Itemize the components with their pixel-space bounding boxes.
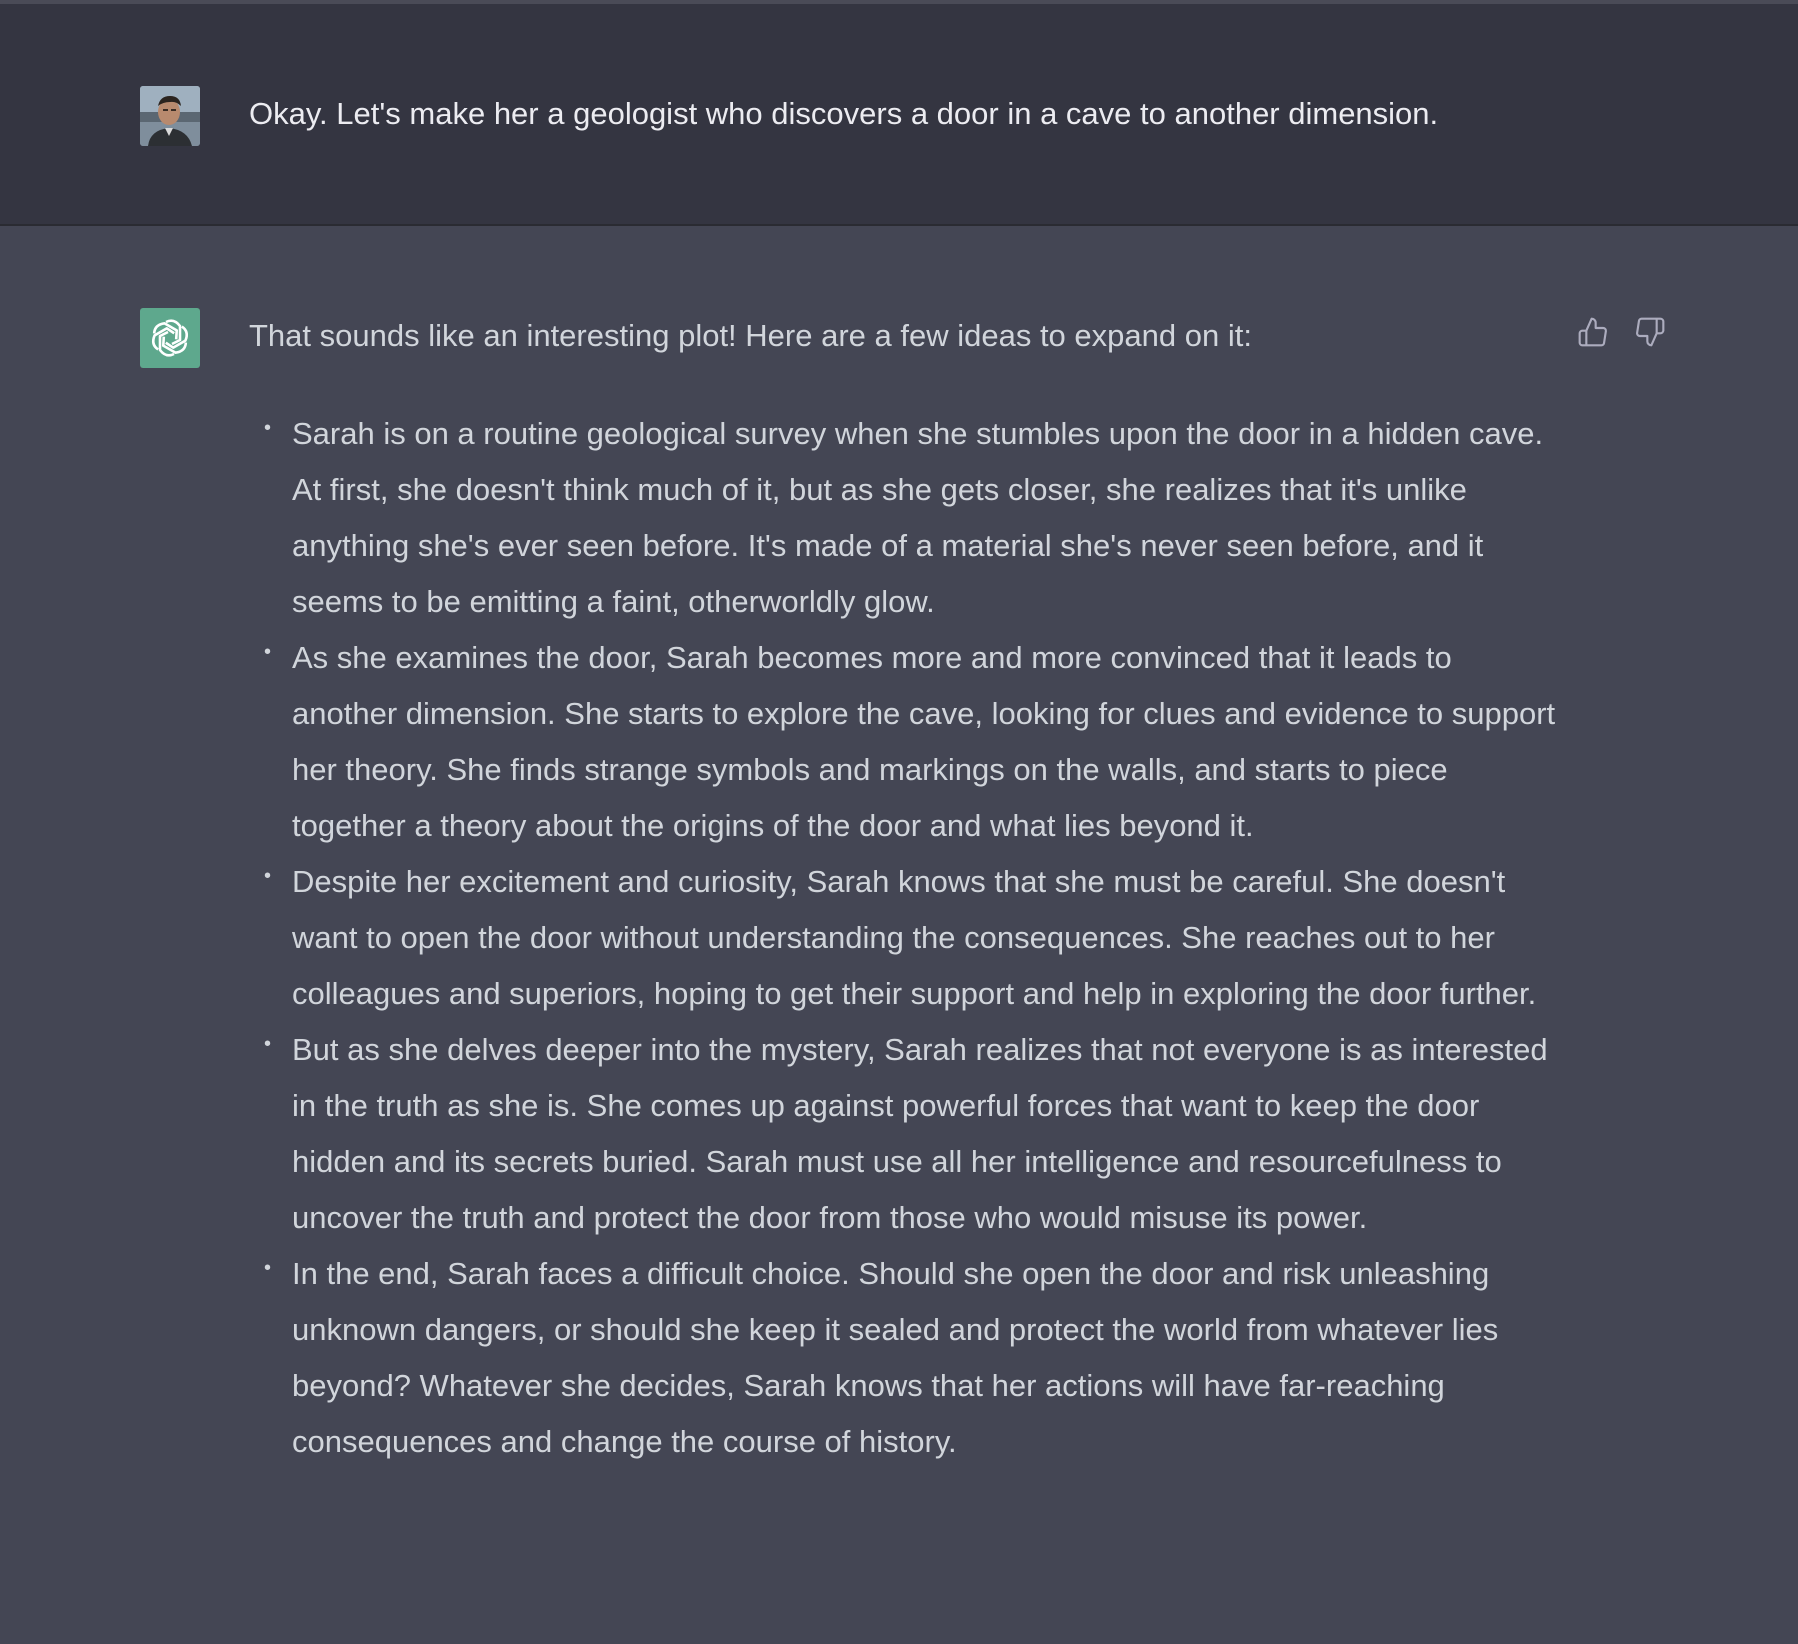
- bullet-icon: •: [264, 1257, 272, 1279]
- idea-text: But as she delves deeper into the myster…: [292, 1032, 1548, 1235]
- bullet-icon: •: [264, 417, 272, 439]
- assistant-avatar: [140, 308, 200, 368]
- list-item: • But as she delves deeper into the myst…: [249, 1022, 1559, 1246]
- bullet-icon: •: [264, 865, 272, 887]
- idea-text: Sarah is on a routine geological survey …: [292, 416, 1544, 619]
- assistant-intro-text: That sounds like an interesting plot! He…: [249, 318, 1252, 353]
- ideas-list: • Sarah is on a routine geological surve…: [249, 406, 1559, 1470]
- thumbs-down-button[interactable]: [1632, 314, 1668, 350]
- list-item: • Despite her excitement and curiosity, …: [249, 854, 1559, 1022]
- user-photo-avatar: [140, 86, 200, 146]
- idea-text: Despite her excitement and curiosity, Sa…: [292, 864, 1537, 1011]
- bullet-icon: •: [264, 641, 272, 663]
- idea-text: As she examines the door, Sarah becomes …: [292, 640, 1556, 843]
- bullet-icon: •: [264, 1033, 272, 1055]
- list-item: • In the end, Sarah faces a difficult ch…: [249, 1246, 1559, 1470]
- idea-text: In the end, Sarah faces a difficult choi…: [292, 1256, 1499, 1459]
- assistant-message-row: That sounds like an interesting plot! He…: [0, 228, 1798, 1644]
- list-item: • Sarah is on a routine geological surve…: [249, 406, 1559, 630]
- user-avatar: [140, 86, 200, 146]
- list-item: • As she examines the door, Sarah become…: [249, 630, 1559, 854]
- thumbs-down-icon: [1636, 317, 1665, 347]
- openai-logo-icon: [151, 319, 189, 357]
- user-message-row: Okay. Let's make her a geologist who dis…: [0, 4, 1798, 226]
- user-message-text: Okay. Let's make her a geologist who dis…: [249, 96, 1439, 131]
- thumbs-up-button[interactable]: [1575, 314, 1611, 350]
- thumbs-up-icon: [1578, 317, 1607, 347]
